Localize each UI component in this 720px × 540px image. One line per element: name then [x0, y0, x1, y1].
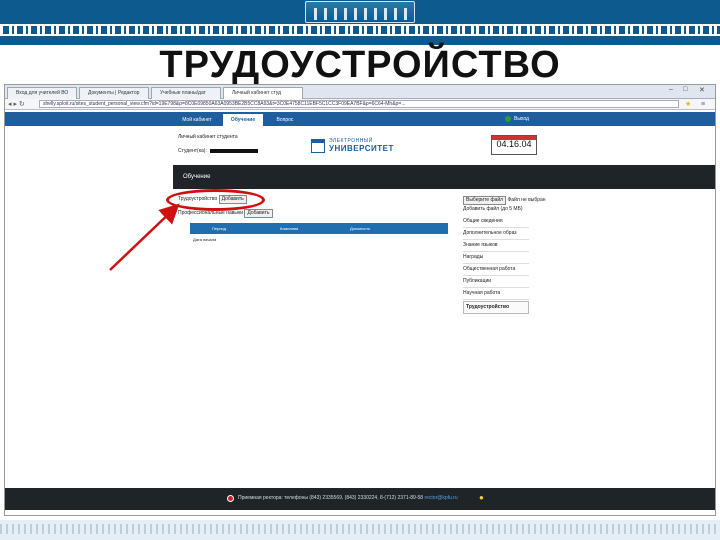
highlight-oval	[166, 189, 265, 211]
add-skills-button[interactable]: Добавить	[244, 209, 273, 218]
minimize-icon[interactable]: –	[669, 86, 673, 93]
sidebar-item-research[interactable]: Научная работа	[463, 288, 529, 300]
column-header: Период	[212, 226, 227, 231]
greek-key-border	[0, 24, 720, 36]
cabinet-title: Личный кабинет студента	[178, 134, 238, 140]
column-header: Должность	[350, 226, 371, 231]
url-field[interactable]: shelly.sploit.ru/sites_student_personal_…	[39, 100, 679, 108]
file-select-row: Выберите файл Файл не выбран	[463, 196, 546, 205]
presentation-slide: ТРУДОУСТРОЙСТВО Вход для учителей ВО Док…	[0, 0, 720, 540]
table-row: Дата начала	[193, 237, 217, 242]
sidebar-item-awards[interactable]: Награды	[463, 252, 529, 264]
sidebar-item-employment[interactable]: Трудоустройство	[463, 301, 529, 314]
date-calendar: 04.16.04	[491, 135, 537, 155]
employment-table-header: Период Компания Должность	[190, 223, 448, 234]
electronic-university-logo: ЭЛЕКТРОННЫЙ УНИВЕРСИТЕТ	[311, 137, 407, 157]
slide-title: ТРУДОУСТРОЙСТВО	[159, 44, 561, 86]
sidebar-item-publications[interactable]: Публикации	[463, 276, 529, 288]
address-bar-row: ◂ ▸ ↻ shelly.sploit.ru/sites_student_per…	[5, 99, 715, 110]
browser-window: Вход для учителей ВО Документы | Редакто…	[4, 84, 716, 516]
student-name-row: Студент(ка):	[178, 148, 259, 154]
browser-tab[interactable]: Документы | Редактор	[79, 87, 149, 99]
choose-file-button[interactable]: Выберите файл	[463, 196, 507, 205]
university-building-logo	[305, 1, 415, 23]
browser-tab-strip: Вход для учителей ВО Документы | Редакто…	[5, 85, 715, 99]
sidebar-item-social-work[interactable]: Общественная работа	[463, 264, 529, 276]
column-header: Компания	[280, 226, 299, 231]
footer-contacts: Приемная ректора: телефоны (843) 2335569…	[238, 495, 458, 501]
site-footer: Приемная ректора: телефоны (843) 2335569…	[5, 488, 715, 510]
tab-education[interactable]: Обучение	[223, 114, 263, 126]
section-title-bar: Обучение	[173, 165, 715, 189]
site-nav-bar: Мой кабинет Обучение Вопрос Выход	[5, 112, 715, 126]
browser-tab-active[interactable]: Личный кабинет студ	[223, 87, 303, 99]
footer-email-link[interactable]: rector@kpfu.ru	[424, 495, 457, 501]
back-forward-reload-icons[interactable]: ◂ ▸ ↻	[8, 99, 25, 110]
lightbulb-icon: ●	[479, 493, 484, 502]
sidebar-item-additional-education[interactable]: Дополнительное образ	[463, 228, 529, 240]
student-name-redacted	[210, 148, 259, 153]
sidebar-item-general[interactable]: Общие сведения	[463, 216, 529, 228]
maximize-icon[interactable]: □	[683, 86, 687, 93]
tab-my-cabinet[interactable]: Мой кабинет	[173, 114, 221, 126]
browser-tab[interactable]: Учебные планы/дат	[151, 87, 221, 99]
bottom-decor-band	[0, 520, 720, 540]
university-building-icon	[311, 139, 325, 153]
star-icon[interactable]: ★	[685, 99, 691, 110]
tab-question[interactable]: Вопрос	[267, 114, 303, 126]
close-icon[interactable]: ✕	[699, 86, 705, 94]
exit-icon	[505, 115, 511, 122]
exit-link[interactable]: Выход	[505, 115, 529, 123]
browser-tab[interactable]: Вход для учителей ВО	[7, 87, 77, 99]
sidebar-item-languages[interactable]: Знание языков	[463, 240, 529, 252]
file-status: Файл не выбран	[507, 197, 546, 203]
add-file-link[interactable]: Добавить файл (до 5 МБ)	[463, 206, 523, 212]
top-banner	[0, 0, 720, 45]
wrench-icon[interactable]: ≡	[701, 99, 705, 110]
record-icon	[227, 495, 234, 502]
